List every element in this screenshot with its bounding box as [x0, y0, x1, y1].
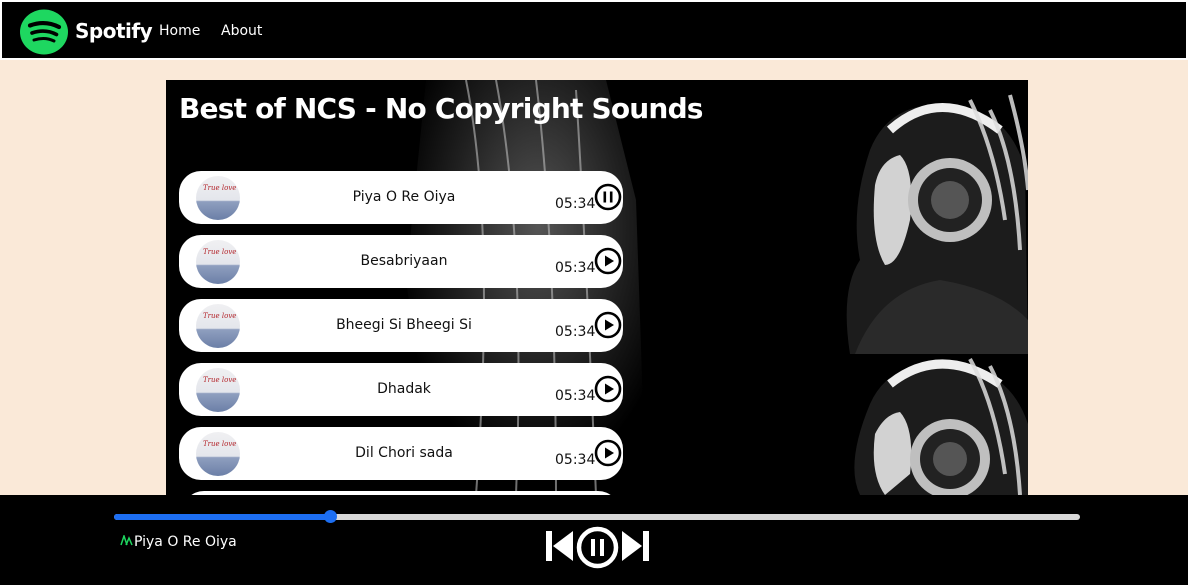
progress-bar[interactable] [114, 510, 1080, 523]
song-item[interactable]: True love Piya O Re Oiya 05:34 [179, 171, 623, 224]
progress-thumb[interactable] [324, 510, 338, 523]
song-duration: 05:34 [555, 324, 596, 340]
next-icon[interactable] [620, 526, 650, 566]
song-name: Dhadak [377, 381, 431, 397]
brand-name[interactable]: Spotify [75, 19, 153, 43]
artwork-bottom [830, 354, 1028, 495]
song-cover: True love [196, 176, 240, 220]
song-duration: 05:34 [555, 260, 596, 276]
song-name: Bheegi Si Bheegi Si [336, 317, 472, 333]
song-cover: True love [196, 368, 240, 412]
song-name: Piya O Re Oiya [352, 189, 456, 205]
song-name: Dil Chori sada [355, 445, 453, 461]
play-circle-icon[interactable] [594, 439, 622, 467]
nav-link-about[interactable]: About [221, 23, 262, 39]
playing-gif-icon [120, 535, 133, 546]
artwork-top [830, 90, 1028, 354]
song-cover: True love [196, 240, 240, 284]
progress-fill [114, 514, 331, 520]
song-item[interactable]: True love Bheegi Si Bheegi Si 05:34 [179, 299, 623, 352]
now-playing-name: Piya O Re Oiya [134, 534, 237, 550]
pause-circle-icon[interactable] [576, 526, 619, 569]
play-circle-icon[interactable] [594, 375, 622, 403]
nav-link-home[interactable]: Home [159, 23, 200, 39]
pause-circle-icon[interactable] [594, 183, 622, 211]
play-circle-icon[interactable] [594, 247, 622, 275]
song-name: Besabriyaan [360, 253, 448, 269]
spotify-logo-icon[interactable] [19, 9, 69, 55]
previous-icon[interactable] [545, 526, 575, 566]
song-duration: 05:34 [555, 388, 596, 404]
song-item[interactable]: True love Dil Chori sada 05:34 [179, 427, 623, 480]
playlist-container: Best of NCS - No Copyright Sounds True l… [166, 80, 1028, 495]
navbar: Spotify Home About [0, 0, 1188, 60]
song-duration: 05:34 [555, 452, 596, 468]
play-circle-icon[interactable] [594, 311, 622, 339]
playlist-title: Best of NCS - No Copyright Sounds [179, 92, 703, 125]
song-duration: 05:34 [555, 196, 596, 212]
song-item[interactable]: True love Besabriyaan 05:34 [179, 235, 623, 288]
song-cover: True love [196, 432, 240, 476]
player-bar: Piya O Re Oiya [0, 495, 1188, 585]
song-item[interactable]: True love Dhadak 05:34 [179, 363, 623, 416]
song-cover: True love [196, 304, 240, 348]
